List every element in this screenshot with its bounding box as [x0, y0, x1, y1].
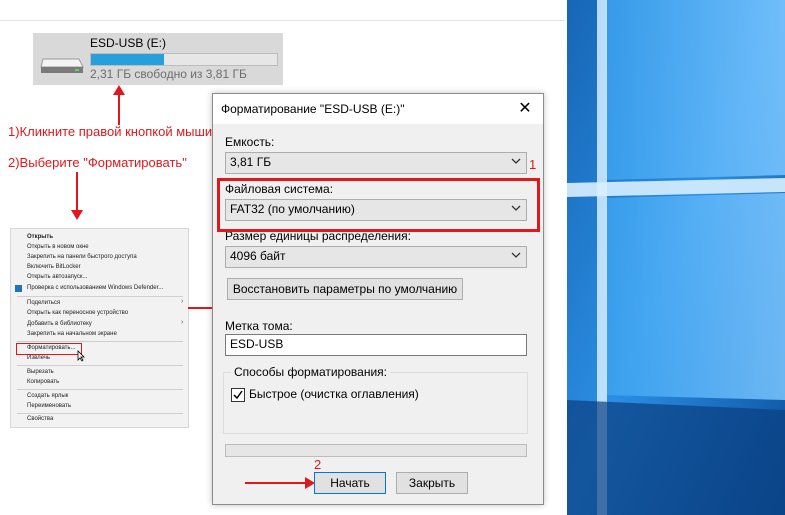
dialog-title: Форматирование "ESD-USB (E:)" [221, 102, 405, 116]
checkmark-icon [233, 390, 243, 400]
drive-name: ESD-USB (E:) [90, 36, 167, 50]
menu-separator [17, 365, 183, 366]
desktop-wallpaper [567, 0, 785, 515]
menu-item-open-portable[interactable]: Открыть как переносное устройство [27, 310, 128, 316]
quick-format-checkbox[interactable] [231, 388, 245, 402]
arrow-up-icon [113, 85, 125, 125]
windows-logo-light-icon [567, 0, 785, 515]
windows-defender-icon [15, 285, 22, 292]
arrow-down-icon [71, 172, 83, 220]
menu-item-copy[interactable]: Копировать [27, 379, 59, 385]
usb-drive-icon [40, 58, 84, 73]
menu-item-properties[interactable]: Свойства [27, 416, 53, 422]
capacity-select[interactable]: 3,81 ГБ [225, 152, 527, 174]
file-system-highlight-box [217, 178, 540, 232]
quick-format-label[interactable]: Быстрое (очистка оглавления) [249, 387, 419, 401]
step-1-instruction: 1)Кликните правой кнопкой мыши [8, 124, 213, 139]
menu-separator [17, 413, 183, 414]
annotation-number-2: 2 [314, 457, 322, 472]
menu-item-create-shortcut[interactable]: Создать ярлык [27, 393, 68, 399]
menu-item-bitlocker[interactable]: Включить BitLocker [27, 264, 81, 270]
menu-item-pin-quick-access[interactable]: Закрепить на панели быстрого доступа [27, 254, 137, 260]
capacity-label: Емкость: [225, 135, 275, 149]
volume-label-label: Метка тома: [225, 319, 293, 333]
arrow-right-icon [245, 477, 315, 489]
volume-label-input[interactable]: ESD-USB [225, 334, 527, 356]
menu-item-add-to-library[interactable]: Добавить в библиотеку [27, 321, 92, 327]
menu-item-rename[interactable]: Переименовать [27, 403, 71, 409]
drive-free-space: 2,31 ГБ свободно из 3,81 ГБ [90, 67, 247, 81]
menu-separator [17, 389, 183, 390]
menu-item-autoplay[interactable]: Открыть автозапуск... [27, 274, 87, 280]
format-dialog: Форматирование "ESD-USB (E:)" ✕ Емкость:… [212, 93, 544, 505]
format-options-group [223, 372, 528, 434]
close-icon[interactable]: ✕ [513, 98, 537, 120]
menu-item-share[interactable]: Поделиться [27, 300, 60, 306]
format-progress-bar [225, 444, 527, 457]
submenu-chevron-icon: › [181, 298, 184, 305]
chevron-down-icon [511, 158, 521, 164]
mouse-pointer-icon [77, 350, 85, 362]
menu-item-open-new-window[interactable]: Открыть в новом окне [27, 244, 89, 250]
step-2-instruction: 2)Выберите "Форматировать" [8, 155, 187, 170]
format-highlight-box [16, 343, 82, 355]
menu-item-eject[interactable]: Извлечь [27, 355, 50, 361]
format-options-label: Способы форматирования: [231, 365, 390, 379]
top-divider [0, 20, 565, 21]
menu-item-open[interactable]: Открыть [27, 234, 53, 240]
allocation-size-select[interactable]: 4096 байт [225, 246, 527, 268]
submenu-chevron-icon: › [181, 319, 184, 326]
close-button[interactable]: Закрыть [396, 472, 468, 494]
annotation-number-1: 1 [529, 157, 537, 172]
start-button[interactable]: Начать [314, 472, 386, 494]
menu-separator [17, 341, 183, 342]
restore-defaults-button[interactable]: Восстановить параметры по умолчанию [227, 278, 463, 300]
chevron-down-icon [511, 252, 521, 258]
context-menu: Открыть Открыть в новом окне Закрепить н… [10, 228, 189, 428]
drive-usage-bar [90, 53, 278, 66]
capacity-value: 3,81 ГБ [230, 155, 272, 169]
volume-label-value: ESD-USB [230, 337, 284, 351]
drive-usage-fill [91, 54, 164, 65]
menu-item-defender-scan[interactable]: Проверка с использованием Windows Defend… [27, 285, 163, 291]
menu-item-pin-start[interactable]: Закрепить на начальном экране [27, 331, 117, 337]
menu-item-cut[interactable]: Вырезать [27, 369, 54, 375]
menu-separator [17, 296, 183, 297]
allocation-size-value: 4096 байт [230, 249, 286, 263]
drive-tile-esd-usb[interactable]: ESD-USB (E:) 2,31 ГБ свободно из 3,81 ГБ [33, 33, 283, 85]
